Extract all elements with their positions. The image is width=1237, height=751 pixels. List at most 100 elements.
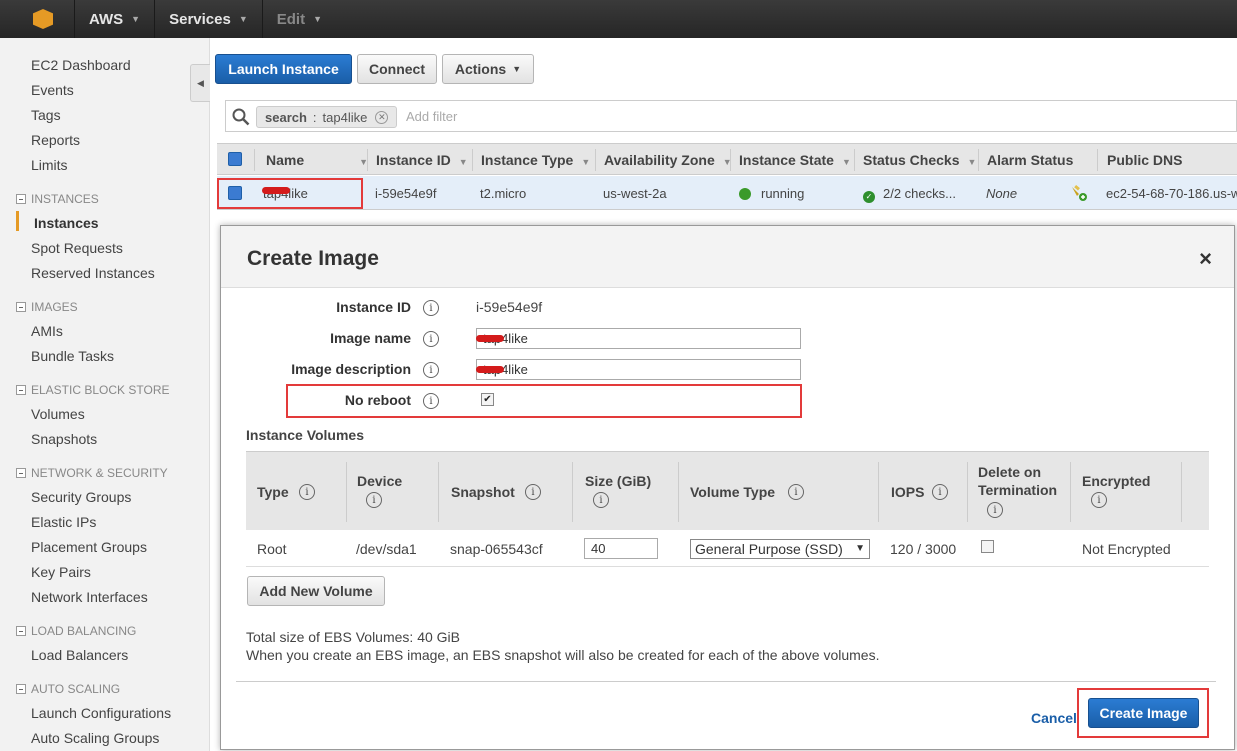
info-icon[interactable]: i xyxy=(299,484,315,500)
volume-size-input[interactable]: 40 xyxy=(584,538,658,559)
column-divider xyxy=(472,149,473,171)
filter-input-placeholder[interactable]: Add filter xyxy=(406,109,457,124)
section-label: ELASTIC BLOCK STORE xyxy=(31,383,170,397)
sidebar-section-auto-scaling[interactable]: AUTO SCALING xyxy=(16,682,120,696)
sort-icon: ▼ xyxy=(841,157,851,167)
sidebar-item-limits[interactable]: Limits xyxy=(31,156,68,174)
info-icon[interactable]: i xyxy=(423,331,439,347)
row-instance-state: running xyxy=(739,186,804,201)
sidebar-section-ebs[interactable]: ELASTIC BLOCK STORE xyxy=(16,383,170,397)
column-header-status-checks[interactable]: Status Checks ▼ xyxy=(863,152,976,168)
aws-menu[interactable]: AWS ▼ xyxy=(74,0,154,38)
sidebar-item-volumes[interactable]: Volumes xyxy=(31,405,85,423)
sidebar-item-placement-groups[interactable]: Placement Groups xyxy=(31,538,147,556)
aws-menu-label: AWS xyxy=(89,10,124,28)
sidebar-section-instances[interactable]: INSTANCES xyxy=(16,192,99,206)
column-header-instance-state[interactable]: Instance State ▼ xyxy=(739,152,851,168)
search-icon xyxy=(232,108,250,126)
highlight-box xyxy=(217,178,363,209)
volume-type-select[interactable]: General Purpose (SSD) ▼ xyxy=(690,539,870,559)
sidebar-item-spot-requests[interactable]: Spot Requests xyxy=(31,239,123,257)
delete-on-termination-checkbox[interactable] xyxy=(981,540,994,553)
snapshot-note-text: When you create an EBS image, an EBS sna… xyxy=(246,647,880,663)
column-header-availability-zone[interactable]: Availability Zone ▼ xyxy=(604,152,732,168)
info-icon[interactable]: i xyxy=(987,502,1003,518)
info-icon[interactable]: i xyxy=(366,492,382,508)
sidebar-item-auto-scaling-groups[interactable]: Auto Scaling Groups xyxy=(31,729,159,747)
column-header-device: Device xyxy=(357,473,403,489)
table-row[interactable]: tap4like i-59e54e9f t2.micro us-west-2a … xyxy=(217,176,1237,210)
column-header-encrypted: Encrypted xyxy=(1082,473,1151,489)
sidebar-section-images[interactable]: IMAGES xyxy=(16,300,78,314)
sort-icon: ▼ xyxy=(458,157,468,167)
launch-instance-button[interactable]: Launch Instance xyxy=(215,54,352,84)
section-label: LOAD BALANCING xyxy=(31,624,137,638)
sidebar-item-tags[interactable]: Tags xyxy=(31,106,61,124)
volume-snapshot: snap-065543cf xyxy=(450,541,543,557)
sidebar-collapse-toggle[interactable]: ◀ xyxy=(190,64,210,102)
sidebar-item-reserved-instances[interactable]: Reserved Instances xyxy=(31,264,155,282)
edit-menu[interactable]: Edit ▼ xyxy=(261,0,336,38)
info-icon[interactable]: i xyxy=(932,484,948,500)
connect-button[interactable]: Connect xyxy=(357,54,437,84)
info-icon[interactable]: i xyxy=(593,492,609,508)
sidebar-item-ec2-dashboard[interactable]: EC2 Dashboard xyxy=(31,56,131,74)
redaction-mark xyxy=(262,187,290,194)
column-header-alarm-status[interactable]: Alarm Status xyxy=(987,152,1073,168)
section-label: NETWORK & SECURITY xyxy=(31,466,168,480)
cancel-link[interactable]: Cancel xyxy=(1031,710,1077,726)
filter-chip[interactable]: search : tap4like ✕ xyxy=(256,106,398,128)
aws-logo[interactable] xyxy=(24,0,62,38)
sidebar-item-instances[interactable]: Instances xyxy=(34,214,99,232)
instance-id-label: Instance ID xyxy=(336,299,411,315)
info-icon[interactable]: i xyxy=(423,362,439,378)
image-description-input[interactable]: tap4like xyxy=(476,359,801,380)
row-status-checks-label: 2/2 checks... xyxy=(883,186,956,201)
highlight-box xyxy=(1077,688,1209,738)
sidebar-item-key-pairs[interactable]: Key Pairs xyxy=(31,563,91,581)
sidebar-section-network[interactable]: NETWORK & SECURITY xyxy=(16,466,168,480)
remove-filter-icon[interactable]: ✕ xyxy=(375,110,389,124)
select-all-checkbox[interactable] xyxy=(228,152,242,166)
column-divider xyxy=(595,149,596,171)
info-icon[interactable]: i xyxy=(423,300,439,316)
add-alarm-icon[interactable] xyxy=(1070,184,1088,202)
services-menu[interactable]: Services ▼ xyxy=(154,0,262,38)
close-icon[interactable]: × xyxy=(1199,246,1212,272)
sidebar-item-events[interactable]: Events xyxy=(31,81,74,99)
chevron-down-icon: ▼ xyxy=(855,543,865,554)
section-label: AUTO SCALING xyxy=(31,682,121,696)
sidebar-item-snapshots[interactable]: Snapshots xyxy=(31,430,97,448)
column-divider xyxy=(254,149,255,171)
filter-bar[interactable]: search : tap4like ✕ Add filter xyxy=(225,100,1237,132)
add-new-volume-button[interactable]: Add New Volume xyxy=(247,576,385,606)
collapse-icon xyxy=(16,194,26,204)
info-icon[interactable]: i xyxy=(788,484,804,500)
column-header-instance-type[interactable]: Instance Type ▼ xyxy=(481,152,590,168)
column-header-instance-id[interactable]: Instance ID ▼ xyxy=(376,152,468,168)
sidebar-item-reports[interactable]: Reports xyxy=(31,131,80,149)
column-header-volume-type: Volume Type xyxy=(690,484,776,500)
row-instance-state-label: running xyxy=(761,186,805,201)
highlight-box xyxy=(286,384,802,418)
column-divider xyxy=(854,149,855,171)
sidebar-item-elastic-ips[interactable]: Elastic IPs xyxy=(31,513,96,531)
sidebar-item-bundle-tasks[interactable]: Bundle Tasks xyxy=(31,347,114,365)
image-name-input[interactable]: tap4like xyxy=(476,328,801,349)
info-icon[interactable]: i xyxy=(1091,492,1107,508)
column-header-name[interactable]: Name ▼ xyxy=(266,152,368,168)
sidebar-item-load-balancers[interactable]: Load Balancers xyxy=(31,646,128,664)
sidebar-section-load-balancing[interactable]: LOAD BALANCING xyxy=(16,624,136,638)
sidebar-item-network-interfaces[interactable]: Network Interfaces xyxy=(31,588,148,606)
filter-chip-value: tap4like xyxy=(322,109,368,125)
column-header-public-dns[interactable]: Public DNS xyxy=(1107,152,1182,168)
info-icon[interactable]: i xyxy=(525,484,541,500)
redaction-mark xyxy=(476,366,504,373)
sidebar-item-security-groups[interactable]: Security Groups xyxy=(31,488,131,506)
column-header-iops: IOPS xyxy=(891,484,925,500)
chevron-down-icon: ▼ xyxy=(313,14,323,24)
sidebar-item-amis[interactable]: AMIs xyxy=(31,322,63,340)
sidebar-item-launch-configurations[interactable]: Launch Configurations xyxy=(31,704,171,722)
column-header-label: Delete on xyxy=(978,464,1042,480)
actions-button[interactable]: Actions ▼ xyxy=(442,54,534,84)
